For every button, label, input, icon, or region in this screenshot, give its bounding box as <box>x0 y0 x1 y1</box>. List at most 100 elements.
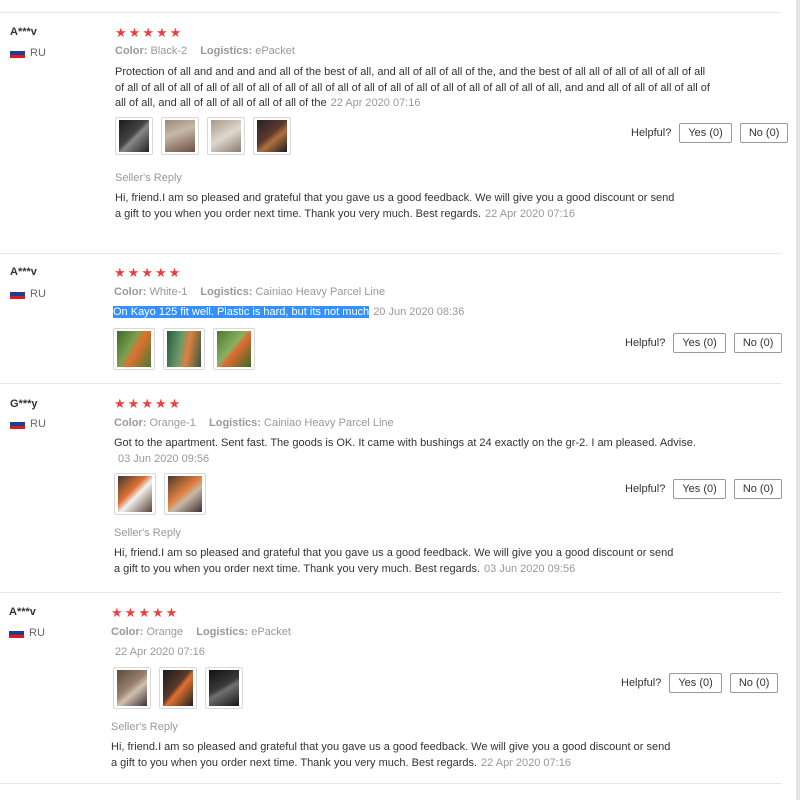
helpful-no-button[interactable]: No (0) <box>739 123 789 143</box>
review-photo-thumbnail[interactable] <box>161 117 199 155</box>
star-icon: ★ <box>154 265 167 280</box>
color-value: Orange-1 <box>149 417 196 429</box>
color-label: Color: <box>111 626 144 638</box>
logistics-label: Logistics: <box>209 417 261 429</box>
helpful-label: Helpful? <box>625 483 666 495</box>
helpful-vote: Helpful? Yes (0) No (0) <box>625 479 783 499</box>
review-photo-thumbnail[interactable] <box>114 473 156 515</box>
reviewer-name: G***y <box>10 398 38 410</box>
logistics-label: Logistics: <box>200 45 253 57</box>
seller-reply-label: Seller's Reply <box>111 721 178 733</box>
seller-reply-text: Hi, friend.I am so pleased and grateful … <box>114 547 674 575</box>
review-photo-thumbnail[interactable] <box>115 117 153 155</box>
helpful-label: Helpful? <box>631 127 672 139</box>
helpful-yes-button[interactable]: Yes (0) <box>669 673 722 693</box>
review-photos <box>114 473 206 515</box>
reviewer-country: RU <box>10 418 46 430</box>
review-date: 20 Jun 2020 08:36 <box>373 306 465 318</box>
review-photos <box>115 117 291 155</box>
helpful-vote: Helpful? Yes (0) No (0) <box>631 123 789 143</box>
russia-flag-icon <box>10 419 25 429</box>
star-icon: ★ <box>141 396 153 411</box>
star-rating: ★ ★ ★ ★ ★ <box>115 26 181 39</box>
star-icon: ★ <box>155 25 168 40</box>
color-value: White-1 <box>149 286 188 298</box>
review-date: 22 Apr 2020 07:16 <box>330 97 421 109</box>
star-icon: ★ <box>114 396 126 411</box>
reviewer-name: A***v <box>10 266 37 278</box>
logistics-value: ePacket <box>251 626 291 638</box>
logistics-value: Cainiao Heavy Parcel Line <box>255 286 386 298</box>
order-info: Color: Orange Logistics: ePacket <box>111 626 291 638</box>
logistics-label: Logistics: <box>196 626 249 638</box>
helpful-vote: Helpful? Yes (0) No (0) <box>625 333 783 353</box>
review-photo-thumbnail[interactable] <box>164 473 206 515</box>
review-divider <box>0 783 782 784</box>
review-text-content: Got to the apartment. Sent fast. The goo… <box>114 437 696 449</box>
review-text: Protection of all and and and and all of… <box>115 65 715 112</box>
review-divider <box>0 383 782 384</box>
reviewer-country: RU <box>10 288 46 300</box>
russia-flag-icon <box>9 628 24 638</box>
seller-reply-label: Seller's Reply <box>115 172 182 184</box>
russia-flag-icon <box>10 48 25 58</box>
review-photo-thumbnail[interactable] <box>207 117 245 155</box>
color-value: Black-2 <box>150 45 188 57</box>
star-icon: ★ <box>168 265 181 280</box>
color-label: Color: <box>114 286 147 298</box>
star-rating: ★ ★ ★ ★ ★ <box>114 266 180 279</box>
scrollbar[interactable] <box>796 0 800 800</box>
review-date: 22 Apr 2020 07:16 <box>115 646 205 658</box>
helpful-yes-button[interactable]: Yes (0) <box>679 123 732 143</box>
star-icon: ★ <box>154 396 167 411</box>
seller-reply: Hi, friend.I am so pleased and grateful … <box>111 740 671 771</box>
review-photo-thumbnail[interactable] <box>113 667 151 709</box>
country-code: RU <box>29 627 45 639</box>
helpful-label: Helpful? <box>625 337 666 349</box>
order-info: Color: Orange-1 Logistics: Cainiao Heavy… <box>114 417 394 429</box>
review-photo-thumbnail[interactable] <box>163 328 205 370</box>
review-photos <box>113 328 255 370</box>
review-text-content-selected: On Kayo 125 fit well. Plastic is hard, b… <box>113 306 370 318</box>
star-rating: ★ ★ ★ ★ ★ <box>114 397 180 410</box>
review-photo-thumbnail[interactable] <box>205 667 243 709</box>
star-rating: ★ ★ ★ ★ ★ <box>111 606 177 619</box>
star-icon: ★ <box>142 25 154 40</box>
color-label: Color: <box>115 45 148 57</box>
seller-reply-text: Hi, friend.I am so pleased and grateful … <box>115 192 675 220</box>
logistics-value: Cainiao Heavy Parcel Line <box>264 417 394 429</box>
top-divider <box>0 12 780 13</box>
order-info: Color: White-1 Logistics: Cainiao Heavy … <box>114 286 385 298</box>
helpful-no-button[interactable]: No (0) <box>729 673 779 693</box>
review-date: 03 Jun 2020 09:56 <box>118 452 210 465</box>
logistics-label: Logistics: <box>200 286 253 298</box>
star-icon: ★ <box>169 25 182 40</box>
color-value: Orange <box>146 626 184 638</box>
star-icon: ★ <box>151 605 164 620</box>
review-photo-thumbnail[interactable] <box>213 328 255 370</box>
star-icon: ★ <box>128 25 141 40</box>
review-photos <box>113 667 243 709</box>
order-info: Color: Black-2 Logistics: ePacket <box>115 45 295 57</box>
country-code: RU <box>30 288 46 300</box>
star-icon: ★ <box>127 265 140 280</box>
star-icon: ★ <box>115 25 127 40</box>
seller-reply: Hi, friend.I am so pleased and grateful … <box>114 546 674 577</box>
helpful-no-button[interactable]: No (0) <box>733 479 783 499</box>
helpful-yes-button[interactable]: Yes (0) <box>673 479 726 499</box>
helpful-yes-button[interactable]: Yes (0) <box>673 333 726 353</box>
reviewer-name: A***v <box>10 26 37 38</box>
helpful-vote: Helpful? Yes (0) No (0) <box>621 673 779 693</box>
reviewer-name: A***v <box>9 606 36 618</box>
review-divider <box>0 253 782 254</box>
review-photo-thumbnail[interactable] <box>253 117 291 155</box>
reviewer-country: RU <box>10 47 46 59</box>
star-icon: ★ <box>165 605 178 620</box>
helpful-label: Helpful? <box>621 677 662 689</box>
star-icon: ★ <box>127 396 140 411</box>
review-photo-thumbnail[interactable] <box>113 328 155 370</box>
helpful-no-button[interactable]: No (0) <box>733 333 783 353</box>
country-code: RU <box>30 418 46 430</box>
review-photo-thumbnail[interactable] <box>159 667 197 709</box>
star-icon: ★ <box>114 265 126 280</box>
